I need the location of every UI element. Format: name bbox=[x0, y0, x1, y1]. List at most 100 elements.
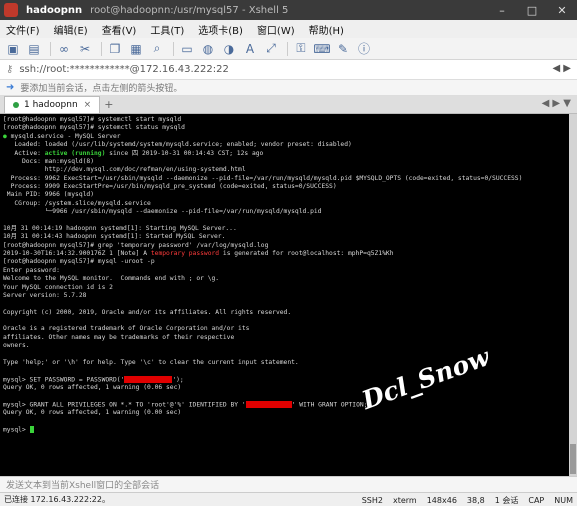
tab-hadoopnn[interactable]: 1 hadoopnn × bbox=[4, 96, 101, 113]
info-icon[interactable]: ⓘ bbox=[355, 40, 373, 58]
terminal-output[interactable]: [root@hadoopnn mysql57]# systemctl start… bbox=[0, 114, 569, 476]
terminal-text: mysql> GRANT ALL PRIVILEGES ON *.* TO 'r… bbox=[3, 401, 246, 409]
terminal-line: [root@hadoopnn mysql57]# systemctl statu… bbox=[3, 124, 185, 132]
copy-icon[interactable]: ❐ bbox=[106, 40, 124, 58]
keyboard-icon[interactable]: ⌨ bbox=[313, 40, 331, 58]
globe-icon[interactable]: ◍ bbox=[199, 40, 217, 58]
window-session-name: hadoopnn bbox=[26, 4, 83, 16]
terminal-line: ● mysqld.service - MySQL Server bbox=[3, 133, 569, 141]
tab-bar: 1 hadoopnn × + ◀ ▶ ▼ bbox=[0, 96, 577, 114]
terminal-line: Server version: 5.7.28 bbox=[3, 291, 87, 299]
terminal-line: Copyright (c) 2000, 2019, Oracle and/or … bbox=[3, 308, 292, 316]
address-bar[interactable]: ⚷ ssh://root:************@172.16.43.222:… bbox=[0, 60, 577, 80]
menu-window[interactable]: 窗口(W) bbox=[257, 22, 295, 37]
status-bar: 已连接 172.16.43.222:22。 SSH2 xterm 148x46 … bbox=[0, 492, 577, 506]
terminal-text: '); bbox=[172, 376, 184, 384]
tab-label: 1 hadoopnn bbox=[24, 100, 78, 110]
hint-bar: ➜ 要添加当前会话，点击左侧的箭头按钮。 bbox=[0, 80, 577, 96]
address-nav-arrows[interactable]: ◀ ▶ bbox=[552, 63, 571, 74]
terminal-line: Oracle is a registered trademark of Orac… bbox=[3, 325, 250, 333]
terminal-line: mysql> GRANT ALL PRIVILEGES ON *.* TO 'r… bbox=[3, 400, 569, 409]
terminal-line: Process: 9962 ExecStart=/usr/sbin/mysqld… bbox=[3, 174, 523, 182]
active-running-status: active (running) bbox=[44, 149, 106, 157]
toolbar-divider bbox=[50, 41, 51, 56]
connected-status-icon bbox=[13, 102, 19, 108]
terminal-size-status: 148x46 bbox=[426, 495, 457, 505]
terminal-line: http://dev.mysql.com/doc/refman/en/using… bbox=[3, 166, 246, 174]
mysql-prompt: mysql> bbox=[3, 426, 30, 434]
compose-icon[interactable]: ✎ bbox=[334, 40, 352, 58]
scrollbar-thumb[interactable] bbox=[570, 444, 576, 474]
toolbar: ▣ ▤ ∞ ✂ ❐ ▦ ⌕ ▭ ◍ ◑ A ⤢ ⚿ ⌨ ✎ ⓘ bbox=[0, 38, 577, 60]
menu-file[interactable]: 文件(F) bbox=[6, 22, 40, 37]
tab-close-icon[interactable]: × bbox=[84, 100, 92, 110]
menu-edit[interactable]: 编辑(E) bbox=[54, 22, 88, 37]
terminal-line: 2019-10-30T16:14:32.900176Z 1 [Note] A t… bbox=[3, 250, 569, 258]
terminal-type-status: xterm bbox=[392, 495, 417, 505]
title-bar: hadoopnn root@hadoopnn:/usr/mysql57 - Xs… bbox=[0, 0, 577, 20]
toolbar-divider bbox=[287, 41, 288, 56]
redacted-password bbox=[245, 400, 292, 408]
terminal-text: mysqld.service - MySQL Server bbox=[6, 132, 121, 140]
terminal-line: mysql> bbox=[3, 425, 569, 434]
toolbar-divider bbox=[173, 41, 174, 56]
tab-nav-arrows[interactable]: ◀ ▶ ▼ bbox=[542, 98, 571, 109]
connection-status: 已连接 172.16.43.222:22。 bbox=[4, 495, 110, 504]
terminal-text: ' WITH GRANT OPTION; bbox=[291, 401, 368, 409]
hint-text: 要添加当前会话，点击左侧的箭头按钮。 bbox=[20, 84, 183, 94]
link-icon[interactable]: ∞ bbox=[55, 40, 73, 58]
minimize-button[interactable]: – bbox=[487, 0, 517, 20]
color-scheme-icon[interactable]: ◑ bbox=[220, 40, 238, 58]
fullscreen-icon[interactable]: ⤢ bbox=[262, 40, 280, 58]
new-tab-icon[interactable]: + bbox=[104, 96, 113, 113]
terminal-line: 10月 31 00:14:43 hadoopnn systemd[1]: Sta… bbox=[3, 233, 226, 241]
add-session-arrow-icon[interactable]: ➜ bbox=[6, 82, 14, 93]
font-icon[interactable]: A bbox=[241, 40, 259, 58]
window-title: root@hadoopnn:/usr/mysql57 - Xshell 5 bbox=[90, 4, 289, 16]
terminal-line: Docs: man:mysqld(8) bbox=[3, 157, 94, 165]
disconnect-icon[interactable]: ✂ bbox=[76, 40, 94, 58]
open-folder-icon[interactable]: ▤ bbox=[25, 40, 43, 58]
xshell-logo-icon bbox=[4, 3, 18, 17]
compose-bar[interactable]: 发送文本到当前Xshell窗口的全部会话 bbox=[0, 476, 577, 492]
paste-icon[interactable]: ▦ bbox=[127, 40, 145, 58]
search-icon[interactable]: ⌕ bbox=[148, 40, 166, 58]
terminal-line: Query OK, 0 rows affected, 1 warning (0.… bbox=[3, 384, 182, 391]
status-cells: SSH2 xterm 148x46 38,8 1 会话 CAP NUM bbox=[352, 493, 573, 506]
terminal-text: is generated for root@localhost: mphP=q5… bbox=[219, 250, 394, 257]
terminal-text: Active: bbox=[3, 149, 45, 157]
menu-tools[interactable]: 工具(T) bbox=[150, 22, 184, 37]
close-button[interactable]: ✕ bbox=[547, 0, 577, 20]
terminal-line: [root@hadoopnn mysql57]# mysql -uroot -p bbox=[3, 258, 155, 266]
terminal-line: Your MySQL connection id is 2 bbox=[3, 283, 113, 291]
compose-placeholder: 发送文本到当前Xshell窗口的全部会话 bbox=[6, 481, 160, 491]
session-address[interactable]: ssh://root:************@172.16.43.222:22 bbox=[19, 64, 229, 75]
terminal-line: affiliates. Other names may be trademark… bbox=[3, 333, 235, 341]
terminal-line: 10月 31 00:14:19 hadoopnn systemd[1]: Sta… bbox=[3, 224, 237, 232]
num-lock-status: NUM bbox=[554, 495, 573, 505]
menu-help[interactable]: 帮助(H) bbox=[309, 22, 344, 37]
menu-view[interactable]: 查看(V) bbox=[102, 22, 137, 37]
terminal-line: └─9966 /usr/sbin/mysqld --daemonize --pi… bbox=[3, 208, 322, 216]
maximize-button[interactable]: □ bbox=[517, 0, 547, 20]
terminal-line: Main PID: 9966 (mysqld) bbox=[3, 191, 94, 199]
terminal-line: mysql> SET PASSWORD = PASSWORD(' '); bbox=[3, 375, 569, 384]
menu-tabs[interactable]: 选项卡(B) bbox=[198, 22, 243, 37]
toolbar-divider bbox=[101, 41, 102, 56]
terminal-line: Loaded: loaded (/usr/lib/systemd/system/… bbox=[3, 141, 352, 149]
print-icon[interactable]: ▭ bbox=[178, 40, 196, 58]
new-session-icon[interactable]: ▣ bbox=[4, 40, 22, 58]
protocol-status: SSH2 bbox=[361, 495, 383, 505]
terminal-text: since 四 2019-10-31 00:14:43 CST; 12s ago bbox=[105, 149, 264, 157]
window-controls: – □ ✕ bbox=[487, 0, 577, 20]
terminal-scrollbar[interactable] bbox=[569, 114, 577, 476]
lock-icon[interactable]: ⚿ bbox=[292, 40, 310, 58]
terminal-line: CGroup: /system.slice/mysqld.service bbox=[3, 199, 151, 207]
terminal-text: mysql> SET PASSWORD = PASSWORD(' bbox=[3, 376, 125, 384]
caps-lock-status: CAP bbox=[528, 495, 545, 505]
terminal-line: [root@hadoopnn mysql57]# systemctl start… bbox=[3, 116, 182, 123]
